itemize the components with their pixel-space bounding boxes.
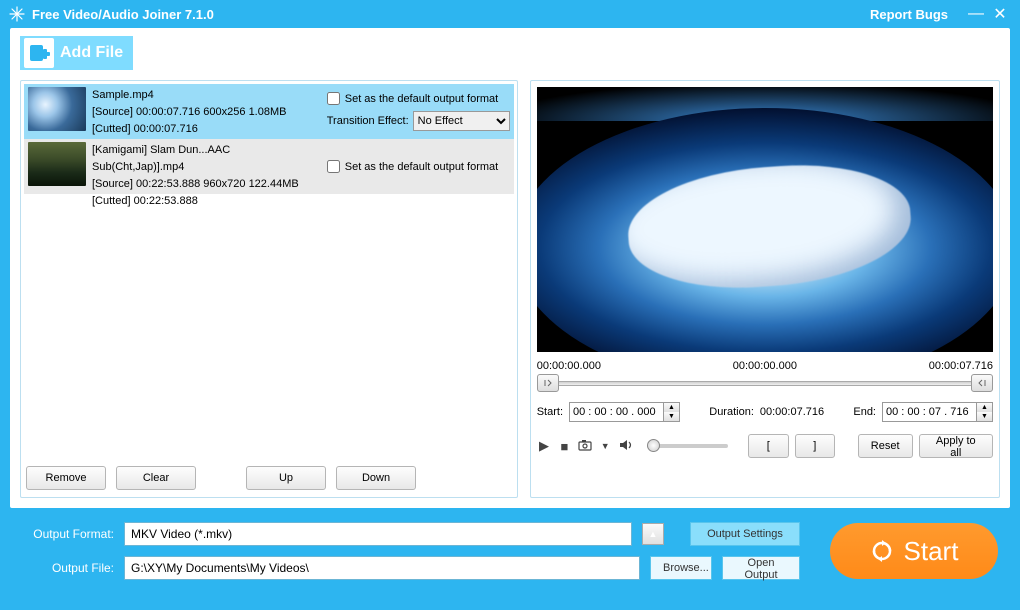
transition-label: Transition Effect: xyxy=(327,115,409,127)
file-name: [Kamigami] Slam Dun...AAC Sub(Cht,Jap)].… xyxy=(92,142,321,176)
add-file-icon xyxy=(24,38,54,68)
volume-slider[interactable] xyxy=(647,444,728,448)
video-preview[interactable] xyxy=(537,87,993,352)
set-default-format-checkbox[interactable]: Set as the default output format xyxy=(327,160,510,173)
start-button[interactable]: Start xyxy=(830,523,998,579)
file-cutted-line: [Cutted] 00:22:53.888 xyxy=(92,193,321,210)
checkbox-input[interactable] xyxy=(327,92,340,105)
range-handle-start[interactable] xyxy=(537,374,559,392)
spin-up[interactable]: ▲ xyxy=(977,403,992,412)
clear-button[interactable]: Clear xyxy=(116,466,196,490)
minimize-button[interactable]: — xyxy=(964,5,988,23)
chevron-down-icon[interactable]: ▼ xyxy=(598,441,612,451)
time-start: 00:00:00.000 xyxy=(537,360,601,372)
range-handle-end[interactable] xyxy=(971,374,993,392)
time-end: 00:00:07.716 xyxy=(929,360,993,372)
output-format-input[interactable] xyxy=(124,522,632,546)
duration-value: 00:00:07.716 xyxy=(760,406,824,418)
file-thumbnail xyxy=(28,142,86,186)
file-thumbnail xyxy=(28,87,86,131)
toolbar: Add File xyxy=(20,36,1000,74)
time-display-row: 00:00:00.000 00:00:00.000 00:00:07.716 xyxy=(537,360,993,372)
set-default-format-checkbox[interactable]: Set as the default output format xyxy=(327,92,510,105)
preview-panel: 00:00:00.000 00:00:00.000 00:00:07.716 S… xyxy=(530,80,1000,498)
browse-button[interactable]: Browse... xyxy=(650,556,712,580)
output-section: Output Format: ▲ Output Settings Output … xyxy=(0,508,1020,594)
checkbox-label: Set as the default output format xyxy=(345,161,498,173)
file-metadata: [Kamigami] Slam Dun...AAC Sub(Cht,Jap)].… xyxy=(92,142,321,191)
file-name: Sample.mp4 xyxy=(92,87,321,104)
output-format-label: Output Format: xyxy=(22,527,114,541)
spin-down[interactable]: ▼ xyxy=(977,412,992,421)
end-label: End: xyxy=(853,406,876,418)
file-source-line: [Source] 00:22:53.888 960x720 122.44MB xyxy=(92,176,321,193)
file-source-line: [Source] 00:00:07.716 600x256 1.08MB xyxy=(92,104,321,121)
spin-up[interactable]: ▲ xyxy=(664,403,679,412)
checkbox-input[interactable] xyxy=(327,160,340,173)
move-down-button[interactable]: Down xyxy=(336,466,416,490)
start-label: Start xyxy=(904,536,959,567)
list-buttons-row: Remove Clear Up Down xyxy=(24,458,514,494)
refresh-icon xyxy=(870,539,894,563)
duration-label: Duration: xyxy=(709,406,754,418)
move-up-button[interactable]: Up xyxy=(246,466,326,490)
file-row[interactable]: [Kamigami] Slam Dun...AAC Sub(Cht,Jap)].… xyxy=(24,139,514,194)
time-current: 00:00:00.000 xyxy=(733,360,797,372)
file-metadata: Sample.mp4 [Source] 00:00:07.716 600x256… xyxy=(92,87,321,136)
bracket-in-button[interactable]: [ xyxy=(748,434,788,458)
transition-select[interactable]: No Effect xyxy=(413,111,510,131)
output-settings-button[interactable]: Output Settings xyxy=(690,522,800,546)
bracket-out-button[interactable]: ] xyxy=(795,434,835,458)
playback-row: ▶ ■ ▼ [ ] Reset Apply to all xyxy=(537,434,993,458)
open-output-button[interactable]: Open Output xyxy=(722,556,800,580)
app-icon xyxy=(8,5,26,23)
checkbox-label: Set as the default output format xyxy=(345,93,498,105)
apply-to-all-button[interactable]: Apply to all xyxy=(919,434,994,458)
file-row[interactable]: Sample.mp4 [Source] 00:00:07.716 600x256… xyxy=(24,84,514,139)
play-icon[interactable]: ▶ xyxy=(537,438,551,454)
output-format-dropdown[interactable]: ▲ xyxy=(642,523,664,545)
main-panel: Add File Sample.mp4 [Source] 00:00:07.71… xyxy=(10,28,1010,508)
spin-down[interactable]: ▼ xyxy=(664,412,679,421)
end-time-input[interactable] xyxy=(882,402,977,422)
file-list: Sample.mp4 [Source] 00:00:07.716 600x256… xyxy=(24,84,514,458)
report-bugs-link[interactable]: Report Bugs xyxy=(870,7,948,22)
reset-button[interactable]: Reset xyxy=(858,434,913,458)
add-file-label: Add File xyxy=(60,44,123,62)
stop-icon[interactable]: ■ xyxy=(557,439,571,454)
remove-button[interactable]: Remove xyxy=(26,466,106,490)
snapshot-icon[interactable] xyxy=(578,439,592,454)
start-label: Start: xyxy=(537,406,563,418)
start-end-row: Start: ▲▼ Duration: 00:00:07.716 End: ▲▼ xyxy=(537,402,993,422)
add-file-button[interactable]: Add File xyxy=(20,36,133,70)
window-title: Free Video/Audio Joiner 7.1.0 xyxy=(32,7,870,22)
close-button[interactable]: ✕ xyxy=(988,4,1012,24)
start-time-input[interactable] xyxy=(569,402,664,422)
title-bar: Free Video/Audio Joiner 7.1.0 Report Bug… xyxy=(0,0,1020,28)
volume-icon[interactable] xyxy=(618,439,632,454)
range-slider[interactable] xyxy=(537,376,993,390)
file-cutted-line: [Cutted] 00:00:07.716 xyxy=(92,121,321,138)
output-file-input[interactable] xyxy=(124,556,640,580)
file-list-panel: Sample.mp4 [Source] 00:00:07.716 600x256… xyxy=(20,80,518,498)
output-file-label: Output File: xyxy=(22,561,114,575)
